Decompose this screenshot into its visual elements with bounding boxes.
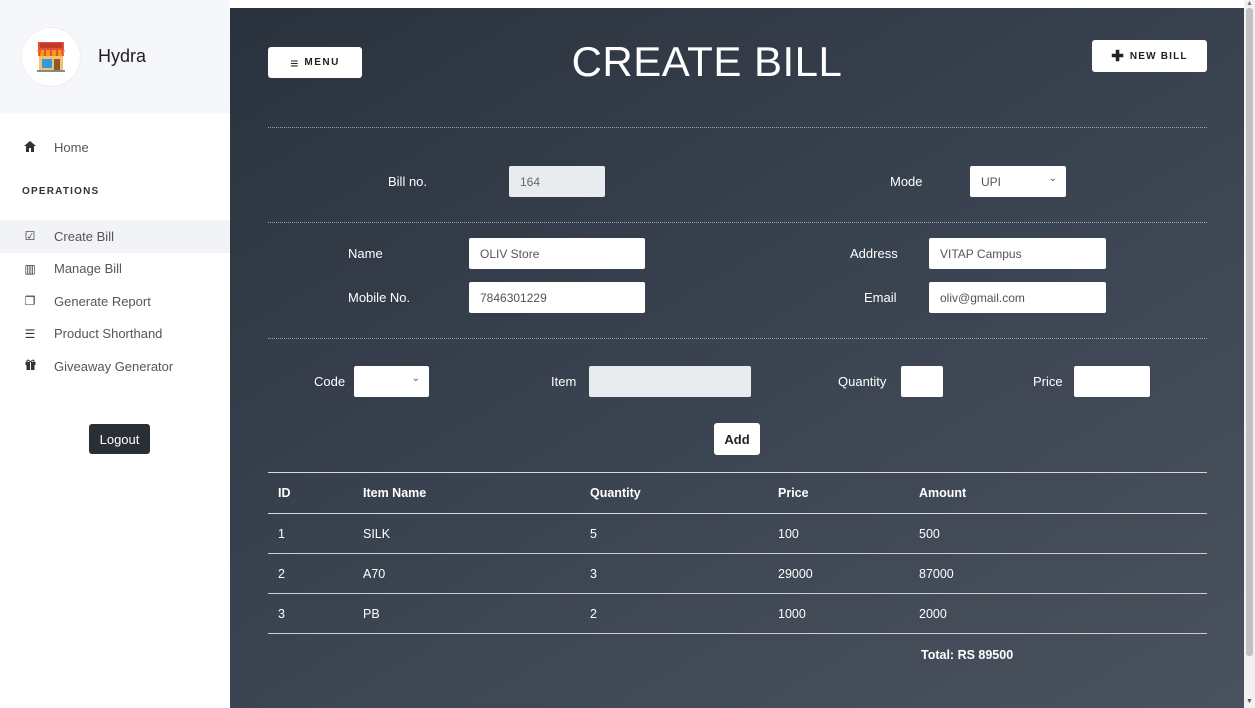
cell-item-name: PB	[363, 606, 380, 621]
cell-id: 3	[278, 606, 285, 621]
divider	[268, 222, 1207, 223]
app-window: Hydra Home OPERATIONS ☑ Create Bill ▥ Ma…	[0, 0, 1255, 708]
chevron-down-icon: ⌄	[1048, 173, 1057, 184]
new-bill-button[interactable]: ✚ NEW BILL	[1092, 40, 1207, 72]
cell-id: 1	[278, 526, 285, 541]
name-label: Name	[348, 246, 383, 261]
new-bill-label: NEW BILL	[1129, 50, 1188, 62]
page-scrollbar[interactable]: ▲ ▼	[1244, 0, 1255, 708]
price-label: Price	[1033, 374, 1063, 389]
add-button[interactable]: Add	[714, 423, 760, 455]
column-header-id: ID	[278, 486, 291, 500]
email-label: Email	[864, 290, 897, 305]
table-row: 3 PB 2 1000 2000	[268, 594, 1207, 634]
bill-no-field: 164	[509, 166, 605, 197]
mobile-field[interactable]: 7846301229	[469, 282, 645, 313]
column-header-price: Price	[778, 486, 809, 500]
plus-icon: ✚	[1111, 48, 1124, 65]
quantity-label: Quantity	[838, 374, 887, 389]
column-header-item-name: Item Name	[363, 486, 427, 500]
cell-item-name: SILK	[363, 526, 391, 541]
cell-amount: 87000	[919, 566, 954, 581]
mobile-label: Mobile No.	[348, 290, 411, 305]
edit-icon: ☑	[24, 229, 36, 244]
cell-quantity: 5	[590, 526, 597, 541]
sidebar-item-label: Giveaway Generator	[54, 358, 174, 374]
column-header-amount: Amount	[919, 486, 967, 500]
brand-header: Hydra	[0, 0, 230, 113]
store-logo-icon	[22, 27, 80, 86]
cell-quantity: 2	[590, 606, 597, 621]
section-label-operations: OPERATIONS	[22, 186, 100, 197]
bill-total: Total: RS 89500	[921, 648, 1014, 662]
bill-no-label: Bill no.	[388, 174, 428, 189]
divider	[268, 338, 1207, 339]
scroll-up-icon[interactable]: ▲	[1246, 0, 1253, 7]
page-title: CREATE BILL	[571, 38, 843, 85]
clone-icon: ❐	[24, 294, 36, 309]
table-header: ID Item Name Quantity Price Amount	[268, 472, 1207, 514]
sidebar-item-label: Generate Report	[54, 293, 151, 309]
address-label: Address	[850, 246, 898, 261]
quantity-field[interactable]	[901, 366, 943, 397]
name-field[interactable]: OLIV Store	[469, 238, 645, 269]
sidebar: Hydra Home OPERATIONS ☑ Create Bill ▥ Ma…	[0, 0, 230, 708]
price-field[interactable]	[1074, 366, 1150, 397]
sidebar-item-manage-bill[interactable]: ▥ Manage Bill	[0, 253, 230, 286]
mode-label: Mode	[890, 174, 923, 189]
sidebar-item-home[interactable]: Home	[22, 140, 89, 155]
cell-item-name: A70	[363, 566, 386, 581]
cell-price: 1000	[778, 606, 806, 621]
address-field[interactable]: VITAP Campus	[929, 238, 1106, 269]
bill-items-table: ID Item Name Quantity Price Amount 1 SIL…	[268, 472, 1207, 634]
mode-select-value: UPI	[981, 174, 1002, 189]
cell-amount: 2000	[919, 606, 947, 621]
table-row: 1 SILK 5 100 500	[268, 514, 1207, 554]
code-select[interactable]: ⌄	[354, 366, 429, 397]
bar-chart-icon: ▥	[24, 261, 36, 276]
cell-price: 100	[778, 526, 799, 541]
sidebar-item-label: Product Shorthand	[54, 326, 163, 342]
divider	[268, 127, 1207, 128]
item-field	[589, 366, 751, 397]
chevron-down-icon: ⌄	[411, 373, 420, 384]
cell-id: 2	[278, 566, 285, 581]
cell-amount: 500	[919, 526, 940, 541]
column-header-quantity: Quantity	[590, 486, 641, 500]
table-row: 2 A70 3 29000 87000	[268, 554, 1207, 594]
scrollbar-thumb[interactable]	[1246, 8, 1253, 656]
brand-name: Hydra	[98, 46, 147, 66]
sidebar-item-label: Create Bill	[54, 228, 114, 244]
cell-quantity: 3	[590, 566, 597, 581]
mode-select[interactable]: UPI ⌄	[970, 166, 1066, 197]
sidebar-item-giveaway-generator[interactable]: Giveaway Generator	[0, 350, 230, 383]
main-panel: ≡ MENU CREATE BILL ✚ NEW BILL Bill no. 1…	[230, 8, 1244, 708]
sidebar-item-product-shorthand[interactable]: ☰ Product Shorthand	[0, 318, 230, 351]
code-label: Code	[314, 374, 346, 389]
gift-icon	[22, 359, 38, 373]
cell-price: 29000	[778, 566, 813, 581]
home-icon	[22, 140, 38, 155]
sidebar-item-label: Home	[54, 140, 89, 155]
sidebar-nav: ☑ Create Bill ▥ Manage Bill ❐ Generate R…	[0, 220, 230, 383]
email-field[interactable]: oliv@gmail.com	[929, 282, 1106, 313]
logout-button[interactable]: Logout	[89, 424, 150, 454]
sidebar-item-generate-report[interactable]: ❐ Generate Report	[0, 285, 230, 318]
sidebar-item-label: Manage Bill	[54, 261, 122, 277]
sidebar-item-create-bill[interactable]: ☑ Create Bill	[0, 220, 230, 253]
list-icon: ☰	[24, 326, 36, 341]
item-label: Item	[551, 374, 577, 389]
scroll-down-icon[interactable]: ▼	[1246, 698, 1253, 705]
